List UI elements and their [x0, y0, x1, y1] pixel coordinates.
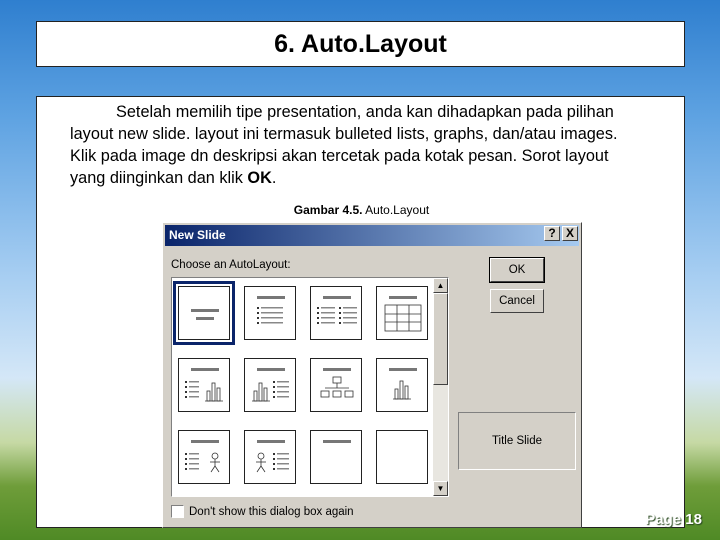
dont-show-again-row[interactable]: Don't show this dialog box again — [171, 505, 354, 518]
layout-organization-chart-thumbnail — [320, 368, 354, 398]
scroll-thumb[interactable] — [433, 293, 448, 385]
layout-clip-art-and-text[interactable] — [244, 430, 296, 484]
layout-chart-and-text[interactable] — [244, 358, 296, 412]
paragraph-period: . — [271, 169, 277, 187]
close-button[interactable]: X — [562, 226, 578, 241]
layout-chart-thumbnail — [389, 368, 417, 400]
layout-clip-art-and-text-thumbnail — [256, 440, 289, 473]
layout-text-and-clip-art[interactable] — [178, 430, 230, 484]
paragraph-line-4: yang diinginkan dan klik — [70, 169, 248, 187]
layout-grid — [172, 278, 434, 496]
dialog-titlebar[interactable]: New Slide — [165, 225, 579, 246]
layout-table[interactable] — [376, 286, 428, 340]
dialog-title: New Slide — [169, 228, 226, 242]
ok-button[interactable]: OK — [489, 257, 545, 283]
layout-text-and-clip-art-thumbnail — [185, 440, 220, 473]
slide-background: 6. Auto.Layout Setelah memilih tipe pres… — [0, 0, 720, 540]
layout-title-slide[interactable] — [173, 281, 235, 345]
layout-text-and-chart[interactable] — [178, 358, 230, 412]
paragraph-line-3: Klik pada image dn deskripsi akan tercet… — [70, 147, 609, 165]
layout-chart[interactable] — [376, 358, 428, 412]
help-button[interactable]: ? — [544, 226, 560, 241]
layout-title-only[interactable] — [310, 430, 362, 484]
layout-title-only-thumbnail — [323, 440, 351, 443]
new-slide-dialog: New Slide ? X Choose an AutoLayout: ▲ ▼ … — [162, 222, 582, 528]
dont-show-again-checkbox[interactable] — [171, 505, 184, 518]
layout-blank[interactable] — [376, 430, 428, 484]
layout-scrollbar[interactable]: ▲ ▼ — [433, 278, 448, 496]
layout-bulleted-list-thumbnail — [257, 296, 285, 324]
layout-preview-label: Title Slide — [458, 412, 576, 470]
slide-paragraph: Setelah memilih tipe presentation, anda … — [70, 101, 682, 189]
layout-organization-chart[interactable] — [310, 358, 362, 412]
paragraph-ok-word: OK — [247, 169, 272, 187]
layout-table-thumbnail — [384, 296, 422, 332]
choose-autolayout-label: Choose an AutoLayout: — [171, 259, 291, 271]
layout-blank-thumbnail — [379, 433, 427, 483]
paragraph-line-1: Setelah memilih tipe presentation, anda … — [116, 103, 614, 121]
page-number: Page 18 — [645, 511, 702, 528]
layout-two-column-text[interactable] — [310, 286, 362, 340]
layout-two-column-text-thumbnail — [317, 296, 357, 324]
cancel-button[interactable]: Cancel — [490, 289, 544, 313]
layout-title-slide-thumbnail — [191, 309, 219, 320]
dont-show-again-label: Don't show this dialog box again — [189, 505, 354, 518]
scroll-up-arrow[interactable]: ▲ — [433, 278, 448, 293]
layout-bulleted-list[interactable] — [244, 286, 296, 340]
layout-chart-and-text-thumbnail — [252, 368, 289, 402]
caption-number: Gambar 4.5. — [293, 203, 363, 217]
slide-title-box: 6. Auto.Layout — [36, 21, 685, 67]
paragraph-line-2: layout new slide. layout ini termasuk bu… — [70, 125, 618, 143]
caption-text: Auto.Layout — [362, 203, 430, 217]
scroll-down-arrow[interactable]: ▼ — [433, 481, 448, 496]
slide-title: 6. Auto.Layout — [274, 29, 447, 58]
figure-caption: Gambar 4.5. Auto.Layout — [37, 203, 686, 217]
layout-text-and-chart-thumbnail — [185, 368, 223, 402]
layout-list-pane[interactable]: ▲ ▼ — [171, 277, 449, 497]
